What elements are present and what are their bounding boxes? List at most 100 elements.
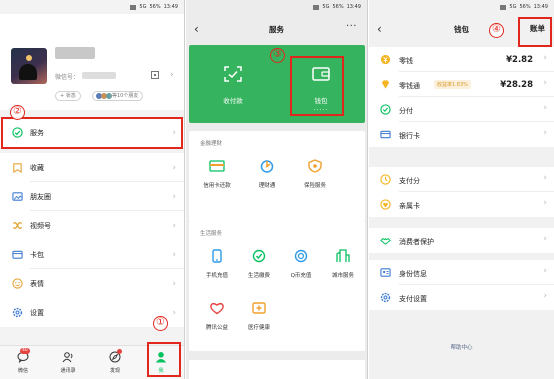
- tab-discover[interactable]: 发现: [100, 349, 130, 374]
- menu-item-label: 表情: [30, 279, 44, 288]
- service-label: 城市服务: [331, 273, 354, 279]
- wallet-row-label: 支付设置: [399, 295, 427, 303]
- service-label: 保险服务: [303, 183, 326, 189]
- wallet-row-pay-settings[interactable]: 支付设置 ›: [369, 285, 554, 310]
- service-qcoin[interactable]: Q币充值: [279, 249, 323, 279]
- tab-contacts[interactable]: 通讯录: [53, 349, 83, 374]
- favorites-icon: [13, 163, 22, 173]
- menu-item-channels[interactable]: 视频号 ›: [0, 211, 184, 240]
- wallet-row-identity[interactable]: 身份信息 ›: [369, 260, 554, 285]
- service-insurance[interactable]: 保险服务: [293, 159, 337, 189]
- settings-section: 身份信息 › 支付设置 ›: [369, 260, 554, 310]
- menu-item-stickers[interactable]: 表情 ›: [0, 269, 184, 298]
- help-center-link[interactable]: 帮助中心: [369, 343, 554, 351]
- menu-item-label: 朋友圈: [30, 192, 51, 201]
- service-healthcare[interactable]: 医疗健康: [237, 301, 281, 331]
- chevron-right-icon: ›: [172, 249, 176, 260]
- pay-receive-label: 收付款: [223, 97, 243, 105]
- services-page-screen: 5G 56% 13:49 ‹ 服务 ··· 收付款 钱包 ····· 金融理财 信用…: [186, 0, 368, 379]
- qr-code-icon[interactable]: [151, 71, 159, 79]
- phone-topup-icon: [212, 249, 222, 263]
- service-charity[interactable]: 腾讯公益: [195, 301, 239, 331]
- friends-status-pill[interactable]: 等10个朋友: [92, 91, 144, 101]
- page-title: 服务: [269, 25, 284, 34]
- wallet-row-bank-card[interactable]: 银行卡 ›: [369, 122, 554, 147]
- wealth-icon: [260, 160, 274, 173]
- wallet-row-family-card[interactable]: 亲属卡 ›: [369, 192, 554, 217]
- step-marker-3: ③: [270, 48, 285, 63]
- highlight-bill-button: [518, 17, 552, 47]
- wallet-row-label: 零钱通: [399, 82, 420, 90]
- scan-pay-icon: [224, 66, 242, 82]
- fenfu-icon: [380, 104, 391, 115]
- wechat-id-label: 微信号：: [55, 74, 80, 81]
- healthcare-icon: [252, 302, 266, 314]
- section-title: 生活服务: [200, 231, 223, 237]
- menu-item-moments[interactable]: 朋友圈 ›: [0, 182, 184, 211]
- bank-card-icon: [380, 130, 391, 139]
- consumer-protect-icon: [380, 237, 391, 245]
- service-label: 理财通: [258, 183, 276, 189]
- service-wealth[interactable]: 理财通: [245, 159, 289, 189]
- chevron-right-icon: ›: [172, 220, 176, 231]
- nickname-redacted: [55, 47, 95, 59]
- chevron-right-icon: ›: [170, 70, 174, 80]
- menu-item-label: 设置: [30, 308, 44, 317]
- chevron-right-icon: ›: [172, 278, 176, 289]
- chevron-right-icon: ›: [543, 266, 547, 276]
- contacts-icon: [62, 352, 73, 363]
- wallet-row-label: 亲属卡: [399, 202, 420, 210]
- chevron-right-icon: ›: [543, 291, 547, 301]
- chevron-right-icon: ›: [172, 191, 176, 202]
- wallet-row-label: 身份信息: [399, 270, 427, 278]
- wallet-row-label: 零钱: [399, 57, 413, 65]
- section-title: 金融理财: [200, 141, 223, 147]
- protection-section: 消费者保护 ›: [369, 228, 554, 253]
- change-icon: [380, 54, 391, 65]
- tab-label: 通讯录: [60, 368, 76, 374]
- utility-payment-icon: [252, 249, 266, 263]
- wallet-row-consumer-protection[interactable]: 消费者保护 ›: [369, 228, 554, 253]
- life-services-section: 生活服务 手机充值 生活缴费 Q币充值 城市服务 腾讯公益 医疗健康: [189, 221, 365, 351]
- service-phone-topup[interactable]: 手机充值: [195, 249, 239, 279]
- settings-icon: [12, 307, 23, 318]
- chevron-right-icon: ›: [172, 307, 176, 318]
- add-status-button[interactable]: + 状态: [55, 91, 81, 101]
- new-dot-badge: [117, 349, 122, 354]
- step-marker-2: ②: [10, 105, 25, 120]
- step-marker-1: ①: [153, 316, 168, 331]
- pay-receive-button[interactable]: 收付款: [189, 45, 277, 123]
- wallet-row-change[interactable]: 零钱 ¥2.82 ›: [369, 47, 554, 72]
- wallet-row-label: 银行卡: [399, 132, 420, 140]
- content-section: 收藏 › 朋友圈 › 视频号 ›: [0, 153, 184, 240]
- service-label: 腾讯公益: [205, 325, 228, 331]
- service-credit-card-repay[interactable]: 信用卡还款: [195, 159, 239, 189]
- wallet-row-fenfu[interactable]: 分付 ›: [369, 97, 554, 122]
- service-utility-payment[interactable]: 生活缴费: [237, 249, 281, 279]
- chevron-right-icon: ›: [172, 162, 176, 173]
- wallet-row-change-plus[interactable]: 零钱通 收益率1.83% ¥28.28 ›: [369, 72, 554, 97]
- insurance-icon: [308, 159, 322, 173]
- wallet-row-label: 分付: [399, 107, 413, 115]
- chevron-right-icon: ›: [543, 128, 547, 138]
- wallet-row-label: 消费者保护: [399, 238, 434, 246]
- unread-badge: 46: [20, 348, 30, 354]
- change-plus-balance: ¥28.28: [500, 80, 533, 90]
- finance-section: 金融理财 信用卡还款 理财通 保险服务: [189, 131, 365, 221]
- tab-chats[interactable]: 46 微信: [8, 348, 38, 374]
- profile-card[interactable]: 微信号： › + 状态 等10个朋友: [0, 14, 184, 110]
- chevron-right-icon: ›: [543, 78, 547, 88]
- credit-section: 支付分 › 亲属卡 ›: [369, 167, 554, 217]
- status-bar: 5G 56% 13:49: [0, 0, 184, 14]
- more-services-section: [189, 360, 365, 379]
- avatar[interactable]: [11, 48, 47, 84]
- cards-section: 卡包 › 表情 ›: [0, 240, 184, 298]
- menu-item-favorites[interactable]: 收藏 ›: [0, 153, 184, 182]
- service-city[interactable]: 城市服务: [321, 249, 365, 279]
- highlight-wallet-button: [290, 56, 344, 116]
- service-label: 信用卡还款: [203, 183, 231, 189]
- moments-icon: [12, 192, 23, 201]
- more-icon[interactable]: ···: [346, 21, 357, 32]
- menu-item-card-wallet[interactable]: 卡包 ›: [0, 240, 184, 269]
- wallet-row-pay-score[interactable]: 支付分 ›: [369, 167, 554, 192]
